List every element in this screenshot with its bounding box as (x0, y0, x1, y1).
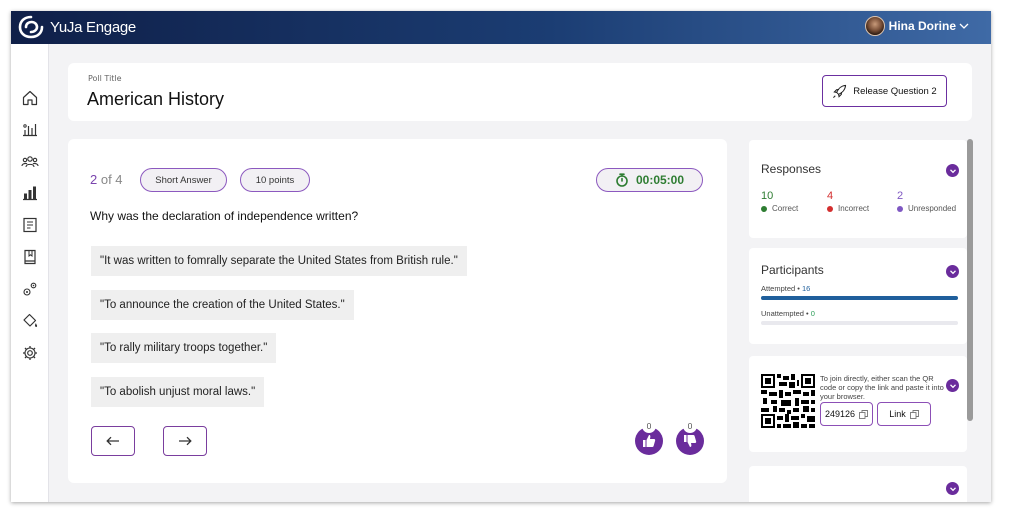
page-title: American History (87, 89, 225, 109)
correct-dot (761, 205, 767, 212)
unattempted-label: Unattempted • (761, 309, 811, 318)
correct-stat: 10 Correct (761, 190, 798, 213)
arrow-right-icon (179, 436, 192, 446)
users-icon[interactable] (21, 153, 39, 171)
correct-label: Correct (772, 204, 799, 213)
user-menu[interactable]: Hina Dorine (864, 16, 969, 36)
correct-count: 10 (761, 190, 774, 202)
gradebook-icon[interactable] (21, 216, 39, 234)
participants-title: Participants (761, 263, 824, 277)
unresponded-dot (897, 205, 903, 212)
participants-toggle[interactable] (946, 265, 959, 278)
total-questions: of 4 (97, 172, 123, 187)
unattempted-line: Unattempted • 0 (761, 309, 815, 318)
integrations-icon[interactable] (21, 280, 39, 298)
question-type-badge: Short Answer (140, 168, 227, 192)
question-text: Why was the declaration of independence … (90, 209, 359, 223)
collapsed-card-toggle[interactable] (946, 482, 959, 495)
responses-title: Responses (761, 162, 822, 176)
home-icon[interactable] (21, 89, 39, 107)
app-name: YuJa Engage (50, 18, 136, 36)
chevron-down-icon (949, 168, 956, 173)
incorrect-dot (827, 205, 833, 212)
points-badge: 10 points (240, 168, 310, 192)
yuja-logo-icon (18, 15, 44, 39)
participants-card: Participants Attempted • 16 Unattempted … (749, 248, 967, 344)
app-logo[interactable]: YuJa Engage (18, 15, 136, 39)
next-question-button[interactable] (163, 426, 207, 456)
dislikes-count: 0 (683, 419, 697, 433)
chevron-down-icon (949, 269, 956, 274)
book-icon[interactable] (21, 248, 39, 266)
answer-item: "To abolish unjust moral laws." (91, 377, 265, 407)
thumbs-up-button[interactable]: 0 (635, 419, 663, 455)
poll-header-card: Poll Title American History Release Ques… (68, 63, 972, 121)
thumbs-up-icon (643, 435, 656, 447)
attempted-progress-fill (761, 296, 958, 300)
attempted-line: Attempted • 16 (761, 284, 810, 293)
stopwatch-icon (616, 173, 628, 187)
chevron-down-icon (949, 486, 956, 491)
paint-bucket-icon[interactable] (21, 312, 39, 330)
unattempted-value: 0 (810, 309, 815, 318)
copy-link-button[interactable]: Link (877, 402, 931, 426)
timer-value: 00:05:00 (635, 173, 685, 187)
incorrect-label: Incorrect (838, 204, 870, 213)
collapsed-card (749, 466, 967, 502)
unresponded-count: 2 (897, 190, 904, 202)
avatar (864, 16, 885, 36)
chevron-down-icon (959, 23, 969, 29)
analytics-icon[interactable] (21, 120, 39, 138)
responses-toggle[interactable] (946, 164, 959, 177)
panel-scrollbar[interactable] (967, 139, 973, 421)
rocket-icon (833, 84, 847, 98)
attempted-value: 16 (801, 284, 811, 293)
join-instructions: To join directly, either scan the QR cod… (820, 374, 944, 401)
answer-item: "To announce the creation of the United … (91, 290, 354, 320)
responses-card: Responses 10 Correct 4 Incorrect 2 Unres… (749, 140, 967, 238)
join-code: 249126 (824, 409, 856, 419)
qr-code-image[interactable] (761, 374, 815, 428)
chevron-down-icon (949, 383, 956, 388)
thumbs-down-button[interactable]: 0 (676, 419, 704, 455)
top-navbar: YuJa Engage Hina Dorine (11, 11, 991, 44)
question-card: 2 of 4 Short Answer 10 points 00:05:00 W… (68, 139, 727, 483)
bar-chart-icon[interactable] (21, 184, 39, 202)
question-counter: 2 of 4 (90, 172, 123, 187)
answer-item: "To rally military troops together." (91, 333, 277, 363)
unattempted-progress-bar (761, 321, 958, 325)
timer-badge: 00:05:00 (596, 168, 703, 192)
incorrect-stat: 4 Incorrect (827, 190, 869, 213)
join-toggle[interactable] (946, 379, 959, 392)
link-label: Link (889, 409, 906, 419)
join-card: To join directly, either scan the QR cod… (749, 356, 967, 452)
previous-question-button[interactable] (91, 426, 135, 456)
answer-item: "It was written to fomrally separate the… (91, 246, 467, 276)
poll-title-label: Poll Title (88, 74, 122, 83)
copy-icon (909, 409, 919, 419)
side-navigation (11, 44, 49, 502)
attempted-label: Attempted • (761, 284, 802, 293)
arrow-left-icon (106, 436, 119, 446)
unresponded-label: Unresponded (908, 204, 957, 213)
incorrect-count: 4 (827, 190, 834, 202)
copy-code-button[interactable]: 249126 (820, 402, 873, 426)
gear-icon[interactable] (21, 344, 39, 362)
user-name: Hina Dorine (888, 19, 956, 33)
likes-count: 0 (642, 419, 656, 433)
app-window: YuJa Engage Hina Dorine Poll Title Ameri… (11, 11, 991, 502)
attempted-progress-bar (761, 296, 958, 300)
release-question-button[interactable]: Release Question 2 (822, 75, 947, 107)
thumbs-down-icon (684, 435, 697, 447)
unresponded-stat: 2 Unresponded (897, 190, 956, 213)
copy-icon (859, 409, 868, 419)
release-question-label: Release Question 2 (853, 85, 937, 97)
